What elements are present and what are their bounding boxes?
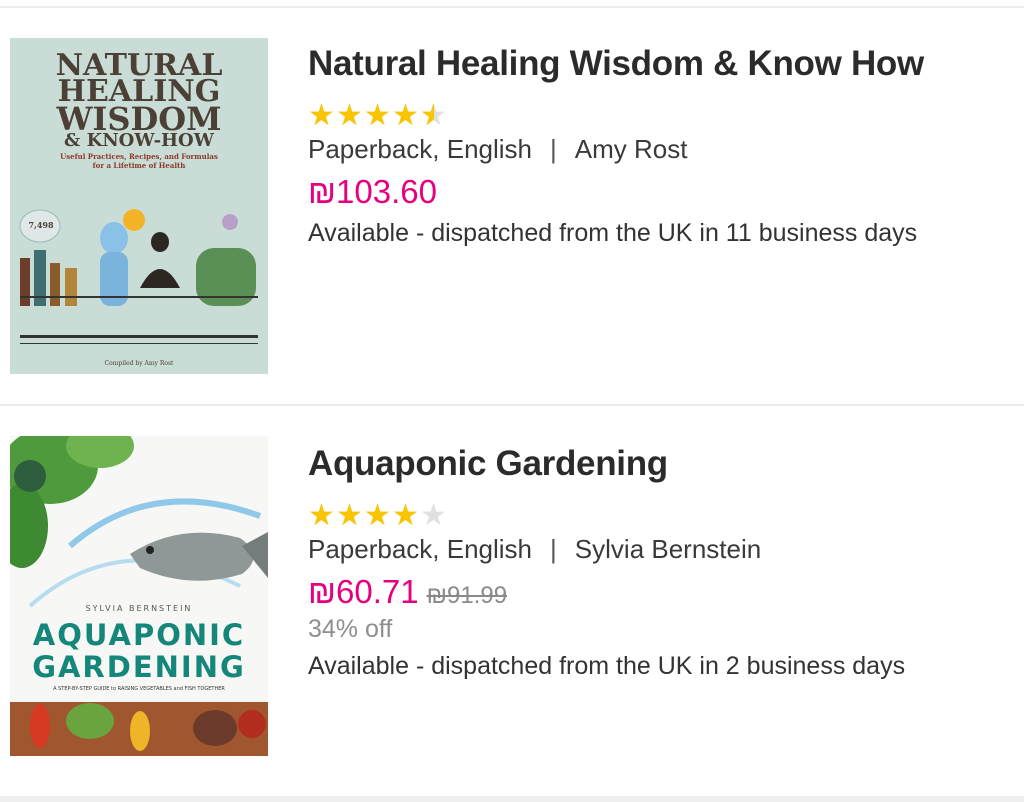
- pepper: [30, 704, 50, 748]
- star-fill: ★: [308, 502, 335, 530]
- star-icon: ★★: [364, 499, 391, 532]
- star-rating: ★★★★★★★★★★: [308, 499, 1004, 532]
- cover-illustration: [10, 436, 268, 756]
- bottle: [65, 268, 77, 306]
- star-fill: ★: [364, 502, 391, 530]
- availability-text: Available - dispatched from the UK in 11…: [308, 219, 918, 247]
- star-icon: ★★: [392, 99, 419, 132]
- current-price: ₪103.60: [308, 173, 437, 210]
- flower: [222, 214, 238, 230]
- cover-author: SYLVIA BERNSTEIN: [85, 604, 193, 613]
- product-item[interactable]: SYLVIA BERNSTEIN AQUAPONIC GARDENING A S…: [0, 404, 1024, 796]
- meta-separator: |: [550, 534, 557, 564]
- star-icon: ★★: [392, 499, 419, 532]
- sun: [123, 209, 145, 231]
- cover-seal: [14, 460, 46, 492]
- author-link[interactable]: Amy Rost: [575, 134, 688, 164]
- fish: [130, 532, 254, 581]
- fish-eye: [146, 546, 154, 554]
- bottle: [20, 258, 30, 306]
- star-icon: ★★: [336, 99, 363, 132]
- pepper: [130, 711, 150, 751]
- leaf: [66, 703, 114, 739]
- star-icon: ★★: [336, 499, 363, 532]
- cover-illustration: [19, 209, 258, 344]
- cover-title-line: GARDENING: [32, 650, 246, 684]
- body-figure: [100, 222, 128, 254]
- star-icon: ★★: [364, 99, 391, 132]
- bottom-divider: [0, 796, 1024, 802]
- product-title[interactable]: Natural Healing Wisdom & Know How: [308, 44, 1004, 84]
- star-icon: ★★: [420, 499, 447, 532]
- cover-rule: [20, 296, 258, 298]
- product-meta: Paperback, English | Amy Rost: [308, 134, 1004, 165]
- discount-label: 34% off: [308, 615, 393, 643]
- star-icon: ★★: [308, 99, 335, 132]
- star-icon: ★★: [308, 499, 335, 532]
- star-fill: ★: [336, 102, 363, 130]
- book-cover-aquaponic-gardening[interactable]: SYLVIA BERNSTEIN AQUAPONIC GARDENING A S…: [10, 436, 268, 756]
- original-price: ₪91.99: [426, 582, 508, 609]
- cover-rule: [20, 343, 258, 344]
- cover-rule: [20, 335, 258, 338]
- current-price: ₪60.71: [308, 573, 419, 610]
- star-fill: ★: [336, 502, 363, 530]
- meditating-figure: [151, 232, 169, 252]
- star-icon: ★★: [420, 99, 447, 132]
- star-fill: ★: [420, 102, 434, 130]
- tomato: [238, 710, 266, 738]
- star-fill: ★: [392, 502, 419, 530]
- star-fill: ★: [364, 102, 391, 130]
- cover-badge: 7,498: [28, 220, 54, 230]
- product-meta: Paperback, English | Sylvia Bernstein: [308, 534, 1004, 565]
- format-label: Paperback, English: [308, 134, 533, 164]
- cover-title-line: AQUAPONIC: [32, 618, 246, 652]
- product-item[interactable]: NATURAL HEALING WISDOM & KNOW-HOW Useful…: [0, 0, 1024, 404]
- product-title[interactable]: Aquaponic Gardening: [308, 444, 1004, 484]
- author-link[interactable]: Sylvia Bernstein: [575, 534, 761, 564]
- meta-separator: |: [550, 134, 557, 164]
- cover-tagline: A STEP-BY-STEP GUIDE to RAISING VEGETABL…: [53, 686, 225, 692]
- book-cover-natural-healing[interactable]: NATURAL HEALING WISDOM & KNOW-HOW Useful…: [10, 38, 268, 374]
- format-label: Paperback, English: [308, 534, 533, 564]
- meditating-figure: [140, 269, 180, 288]
- star-rating: ★★★★★★★★★★: [308, 99, 1004, 132]
- bottle: [50, 263, 60, 306]
- availability-text: Available - dispatched from the UK in 2 …: [308, 652, 906, 680]
- price-row: ₪60.71 ₪91.99: [308, 573, 1004, 611]
- price-row: ₪103.60: [308, 173, 1004, 211]
- cover-footer: Compiled by Amy Rost: [104, 360, 174, 367]
- product-info: Natural Healing Wisdom & Know How ★ ★ ★ ★ ★ ★…: [308, 44, 1004, 248]
- star-fill: ★: [308, 102, 335, 130]
- star-fill: ★: [392, 102, 419, 130]
- product-info: Aquaponic Gardening ★★★★★★★★★★ Paperback…: [308, 444, 1004, 681]
- tomato: [193, 710, 237, 746]
